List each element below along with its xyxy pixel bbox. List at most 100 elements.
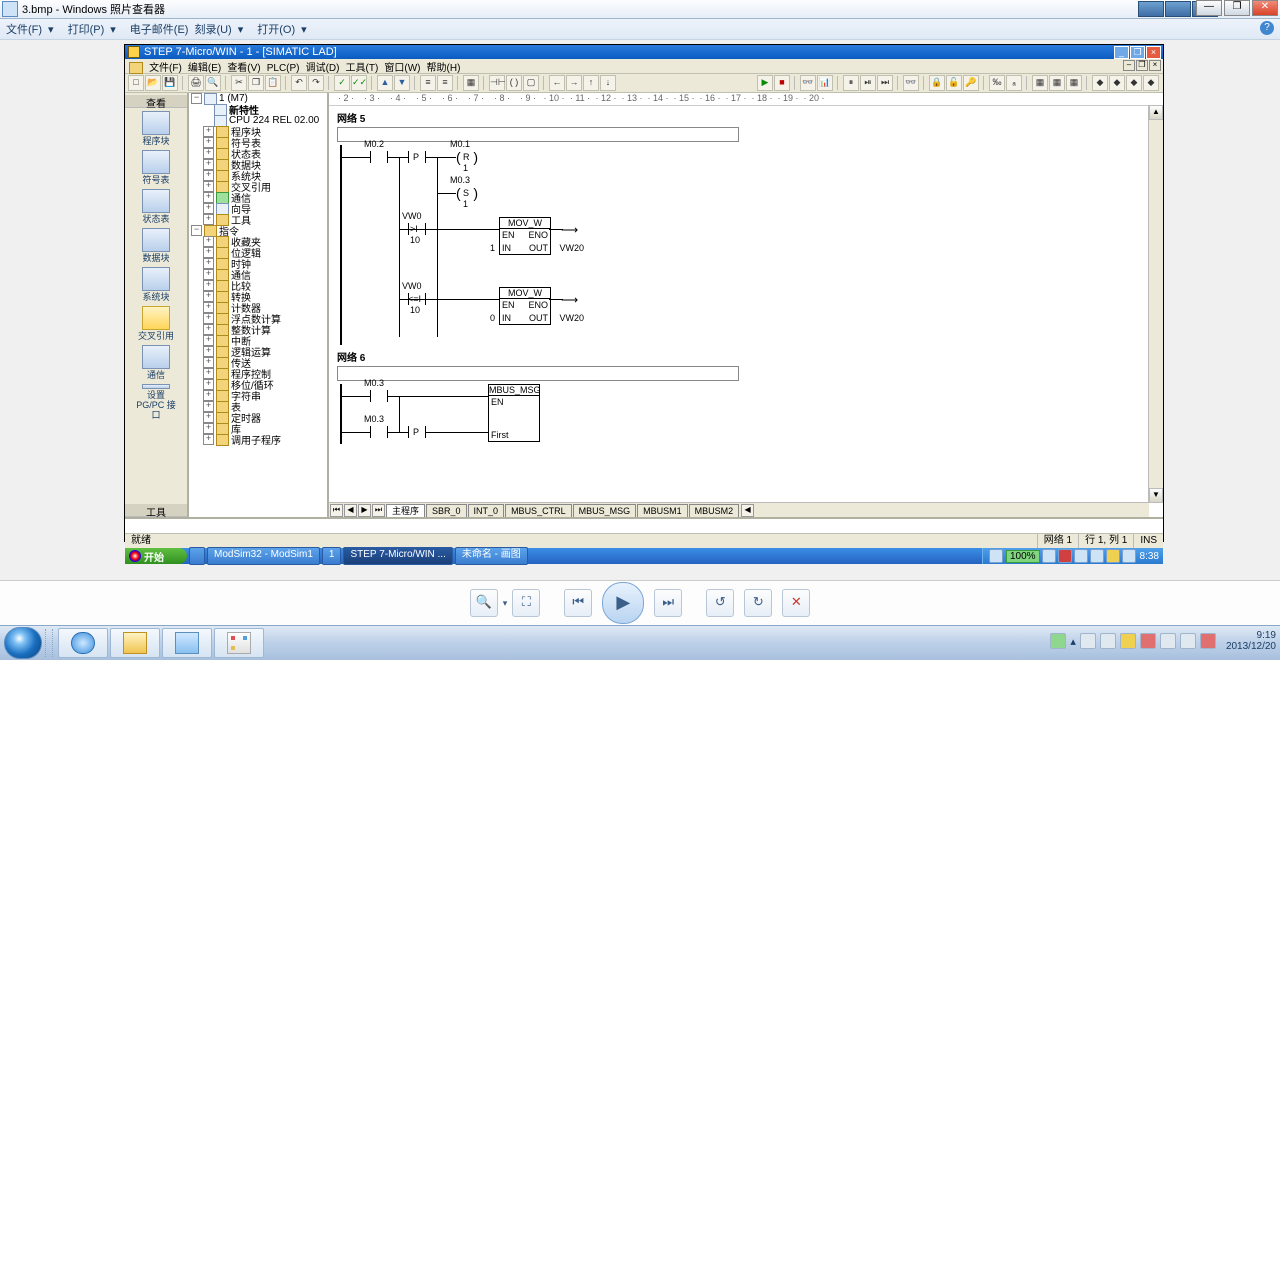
tb-chart-icon[interactable]: 📊: [817, 75, 833, 91]
taskbar-photoviewer-button[interactable]: [162, 628, 212, 658]
tb-multi-icon[interactable]: ⏭: [877, 75, 893, 91]
tb-redo-icon[interactable]: ↷: [308, 75, 324, 91]
tray-volume-icon[interactable]: [1180, 633, 1196, 649]
dropdown-icon[interactable]: ▾: [48, 23, 54, 36]
wpv-menu-email[interactable]: 电子邮件(E): [130, 21, 189, 37]
tb-coil-icon[interactable]: ( ): [506, 75, 522, 91]
wpv-hdr-btn-2[interactable]: [1165, 1, 1191, 17]
tab-MBUSM1[interactable]: MBUSM1: [637, 504, 688, 517]
wpv-next-button[interactable]: ⏭: [654, 589, 682, 617]
tb-stop-icon[interactable]: ■: [774, 75, 790, 91]
tb-upload-icon[interactable]: ▲: [377, 75, 393, 91]
nav-item[interactable]: 系统块: [134, 267, 178, 303]
taskbar-explorer-button[interactable]: [110, 628, 160, 658]
tree-collapse-icon[interactable]: −: [191, 225, 202, 236]
nav-item[interactable]: 状态表: [134, 189, 178, 225]
s7-menu-debug[interactable]: 调试(D): [306, 63, 340, 74]
dropdown-icon[interactable]: ▾: [238, 23, 244, 36]
wpv-menu-open[interactable]: 打开(O): [257, 21, 295, 37]
box-movw-2[interactable]: MOV_W EN ENO IN OUT 0 VW20: [499, 287, 551, 325]
win7-start-button[interactable]: [4, 627, 42, 659]
contact-m03[interactable]: M0.3: [370, 390, 388, 402]
tb-tool4-icon[interactable]: ◆: [1143, 75, 1159, 91]
nav-item[interactable]: 数据块: [134, 228, 178, 264]
tb-download-icon[interactable]: ▼: [394, 75, 410, 91]
coil-r-m01[interactable]: M0.1R1: [456, 151, 478, 163]
wpv-close-button[interactable]: ✕: [1252, 0, 1278, 16]
network-5-comment[interactable]: [337, 127, 739, 142]
s7-child-min[interactable]: ‒: [1123, 60, 1135, 71]
tb-insert-row-icon[interactable]: ≡: [420, 75, 436, 91]
dropdown-icon[interactable]: ▾: [301, 23, 307, 36]
tb-grid2-icon[interactable]: ▦: [1049, 75, 1065, 91]
tree-expand-icon[interactable]: +: [203, 214, 214, 225]
nav-item[interactable]: 通信: [134, 345, 178, 381]
tb-unlock-icon[interactable]: 🔓: [946, 75, 962, 91]
wpv-rotate-cw-button[interactable]: ↻: [744, 589, 772, 617]
wpv-menu-burn[interactable]: 刻录(U): [194, 21, 231, 37]
taskbar-ie-button[interactable]: [58, 628, 108, 658]
nav-item[interactable]: 设置 PG/PC 接口: [134, 384, 178, 420]
tray-flag-icon[interactable]: [1080, 633, 1096, 649]
tray-icon[interactable]: [1120, 633, 1136, 649]
wpv-minimize-button[interactable]: —: [1196, 0, 1222, 16]
scroll-up-icon[interactable]: ▲: [1149, 105, 1163, 120]
tb-print-icon[interactable]: 🖨: [188, 75, 204, 91]
wpv-hdr-btn-1[interactable]: [1138, 1, 1164, 17]
tree-expand-icon[interactable]: +: [203, 434, 214, 445]
tb-delete-row-icon[interactable]: ≡: [437, 75, 453, 91]
nav-item[interactable]: 交叉引用: [134, 306, 178, 342]
network-5-ladder[interactable]: M0.2 P M0.1R1 M0.3S1 VW0>I10 MOV_W EN: [337, 145, 1163, 345]
contact-p2[interactable]: P: [408, 426, 426, 438]
tray-icon[interactable]: [1140, 633, 1156, 649]
s7-minimize-button[interactable]: _: [1114, 46, 1129, 59]
nav-item[interactable]: 程序块: [134, 111, 178, 147]
s7-output-window[interactable]: [125, 517, 1163, 533]
tb-glasses-icon[interactable]: 👓: [903, 75, 919, 91]
xp-tray-icon[interactable]: [989, 549, 1003, 563]
tb-pause-icon[interactable]: ⏸: [843, 75, 859, 91]
wpv-menu-print[interactable]: 打印(P): [68, 21, 105, 37]
xp-tray-icon[interactable]: [1122, 549, 1136, 563]
xp-task-button[interactable]: ModSim32 - ModSim1: [207, 547, 320, 565]
tb-compile-icon[interactable]: ✓: [334, 75, 350, 91]
tb-new-icon[interactable]: □: [128, 75, 144, 91]
tray-chevron-icon[interactable]: ▴: [1070, 635, 1076, 648]
tb-save-icon[interactable]: 💾: [162, 75, 178, 91]
tb-preview-icon[interactable]: 🔍: [205, 75, 221, 91]
tray-icon[interactable]: [1200, 633, 1216, 649]
xp-tray-icon[interactable]: [1106, 549, 1120, 563]
contact-p[interactable]: P: [408, 151, 426, 163]
taskbar-paint-button[interactable]: [214, 628, 264, 658]
box-mbus-msg[interactable]: MBUS_MSG EN First: [488, 384, 540, 442]
tray-icon[interactable]: [1050, 633, 1066, 649]
tb-single-icon[interactable]: ⏯: [860, 75, 876, 91]
xp-tray-icon[interactable]: [1042, 549, 1056, 563]
s7-child-max[interactable]: ❐: [1136, 60, 1148, 71]
tb-line-up-icon[interactable]: ↑: [583, 75, 599, 91]
tb-tool1-icon[interactable]: ◆: [1092, 75, 1108, 91]
tb-compile-all-icon[interactable]: ✓✓: [351, 75, 367, 91]
tb-copy-icon[interactable]: ❐: [248, 75, 264, 91]
tree-instr-item[interactable]: +调用子程序: [189, 434, 327, 445]
tb-grid3-icon[interactable]: ▦: [1066, 75, 1082, 91]
s7-close-button[interactable]: ×: [1146, 46, 1161, 59]
tb-sym-icon[interactable]: ‰: [989, 75, 1005, 91]
tree-collapse-icon[interactable]: −: [191, 93, 202, 104]
s7-menu-window[interactable]: 窗口(W): [384, 63, 420, 74]
tb-lock-icon[interactable]: 🔒: [929, 75, 945, 91]
wpv-delete-button[interactable]: ✕: [782, 589, 810, 617]
network-6-ladder[interactable]: M0.3 M0.3 P MBUS_MSG EN First: [337, 384, 1163, 444]
wpv-rotate-ccw-button[interactable]: ↺: [706, 589, 734, 617]
xp-quicklaunch[interactable]: [189, 547, 205, 565]
tb-box-icon[interactable]: ▢: [523, 75, 539, 91]
win7-clock[interactable]: 9:19 2013/12/20: [1226, 630, 1276, 652]
tb-open-icon[interactable]: 📂: [145, 75, 161, 91]
compare-gti[interactable]: VW0>I10: [408, 223, 426, 235]
tb-network-icon[interactable]: ▦: [463, 75, 479, 91]
s7-maximize-button[interactable]: ❐: [1130, 46, 1145, 59]
nav-item[interactable]: 符号表: [134, 150, 178, 186]
tab-main[interactable]: 主程序: [386, 504, 425, 517]
tb-undo-icon[interactable]: ↶: [291, 75, 307, 91]
tab-INT_0[interactable]: INT_0: [468, 504, 505, 517]
